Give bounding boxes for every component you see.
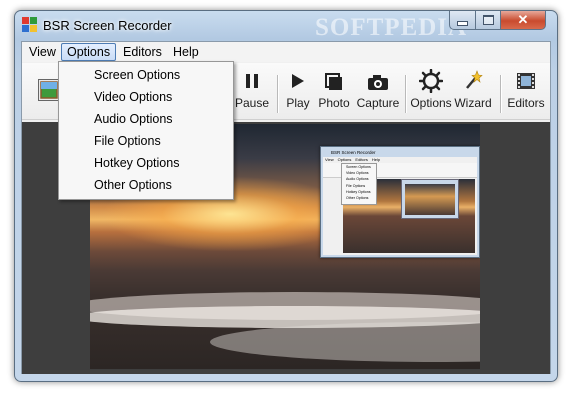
nested-menu-help: Help — [371, 157, 381, 162]
editors-button[interactable]: Editors — [504, 63, 548, 119]
options-dropdown-menu: Screen Options Video Options Audio Optio… — [58, 61, 234, 200]
photo-label: Photo — [318, 96, 350, 110]
watermark: SOFTPEDIA — [315, 14, 468, 41]
nested-options-menu: Screen Options Video Options Audio Optio… — [341, 163, 377, 205]
pause-label: Pause — [234, 96, 270, 110]
photo-button[interactable]: Photo — [316, 63, 352, 119]
menu-view[interactable]: View — [24, 44, 61, 60]
options-label: Options — [410, 96, 452, 110]
toolbar-separator — [405, 75, 407, 113]
gear-icon — [419, 69, 443, 93]
close-icon: ✕ — [517, 12, 529, 27]
pause-icon — [246, 74, 258, 88]
menu-item-other-options[interactable]: Other Options — [94, 178, 172, 192]
menu-help[interactable]: Help — [168, 44, 204, 60]
nested-menu-view: View — [325, 157, 334, 162]
pause-button[interactable]: Pause — [234, 63, 270, 119]
menu-editors[interactable]: Editors — [118, 44, 167, 60]
play-icon — [292, 74, 304, 88]
editors-label: Editors — [507, 96, 545, 110]
magic-wand-icon — [466, 70, 483, 89]
menu-item-audio-options[interactable]: Audio Options — [94, 112, 173, 126]
nested-menu-editors: Editors — [355, 157, 368, 162]
minimize-button[interactable] — [449, 11, 476, 30]
maximize-button[interactable] — [475, 11, 501, 30]
options-button[interactable]: Options — [410, 63, 452, 119]
menu-item-video-options[interactable]: Video Options — [94, 90, 172, 104]
minimize-icon — [457, 20, 468, 26]
nested-window-title: BSR Screen Recorder — [331, 150, 376, 155]
maximize-icon — [482, 15, 494, 25]
nested-menu-bar: View Options Editors Help — [325, 157, 384, 162]
photo-icon — [325, 73, 342, 90]
title-bar[interactable]: BSR Screen Recorder SOFTPEDIA ✕ — [15, 11, 557, 41]
menu-bar: View Options Editors Help — [22, 42, 550, 62]
play-button[interactable]: Play — [284, 63, 312, 119]
nested-menu-item: Other Options — [346, 196, 369, 201]
nested-inner-window — [401, 179, 459, 219]
nested-client: View Options Editors Help Screen Options Vi… — [323, 157, 477, 255]
film-strip-icon — [517, 73, 535, 89]
close-button[interactable]: ✕ — [500, 11, 546, 30]
toolbar-separator — [500, 75, 502, 113]
wizard-label: Wizard — [454, 96, 492, 110]
screen-picture-icon — [38, 79, 60, 101]
play-label: Play — [286, 96, 310, 110]
menu-options[interactable]: Options — [61, 43, 117, 61]
camera-icon — [368, 75, 388, 90]
nested-app-screenshot: BSR Screen Recorder View Options Editors He… — [320, 146, 480, 258]
nested-menu-options: Options — [337, 157, 352, 162]
capture-label: Capture — [356, 96, 400, 110]
menu-item-file-options[interactable]: File Options — [94, 134, 161, 148]
window-title: BSR Screen Recorder — [43, 18, 172, 33]
wizard-button[interactable]: Wizard — [452, 63, 494, 119]
capture-button[interactable]: Capture — [356, 63, 400, 119]
toolbar-separator — [277, 75, 279, 113]
menu-item-hotkey-options[interactable]: Hotkey Options — [94, 156, 179, 170]
menu-item-screen-options[interactable]: Screen Options — [94, 68, 180, 82]
app-logo-icon — [22, 17, 38, 33]
